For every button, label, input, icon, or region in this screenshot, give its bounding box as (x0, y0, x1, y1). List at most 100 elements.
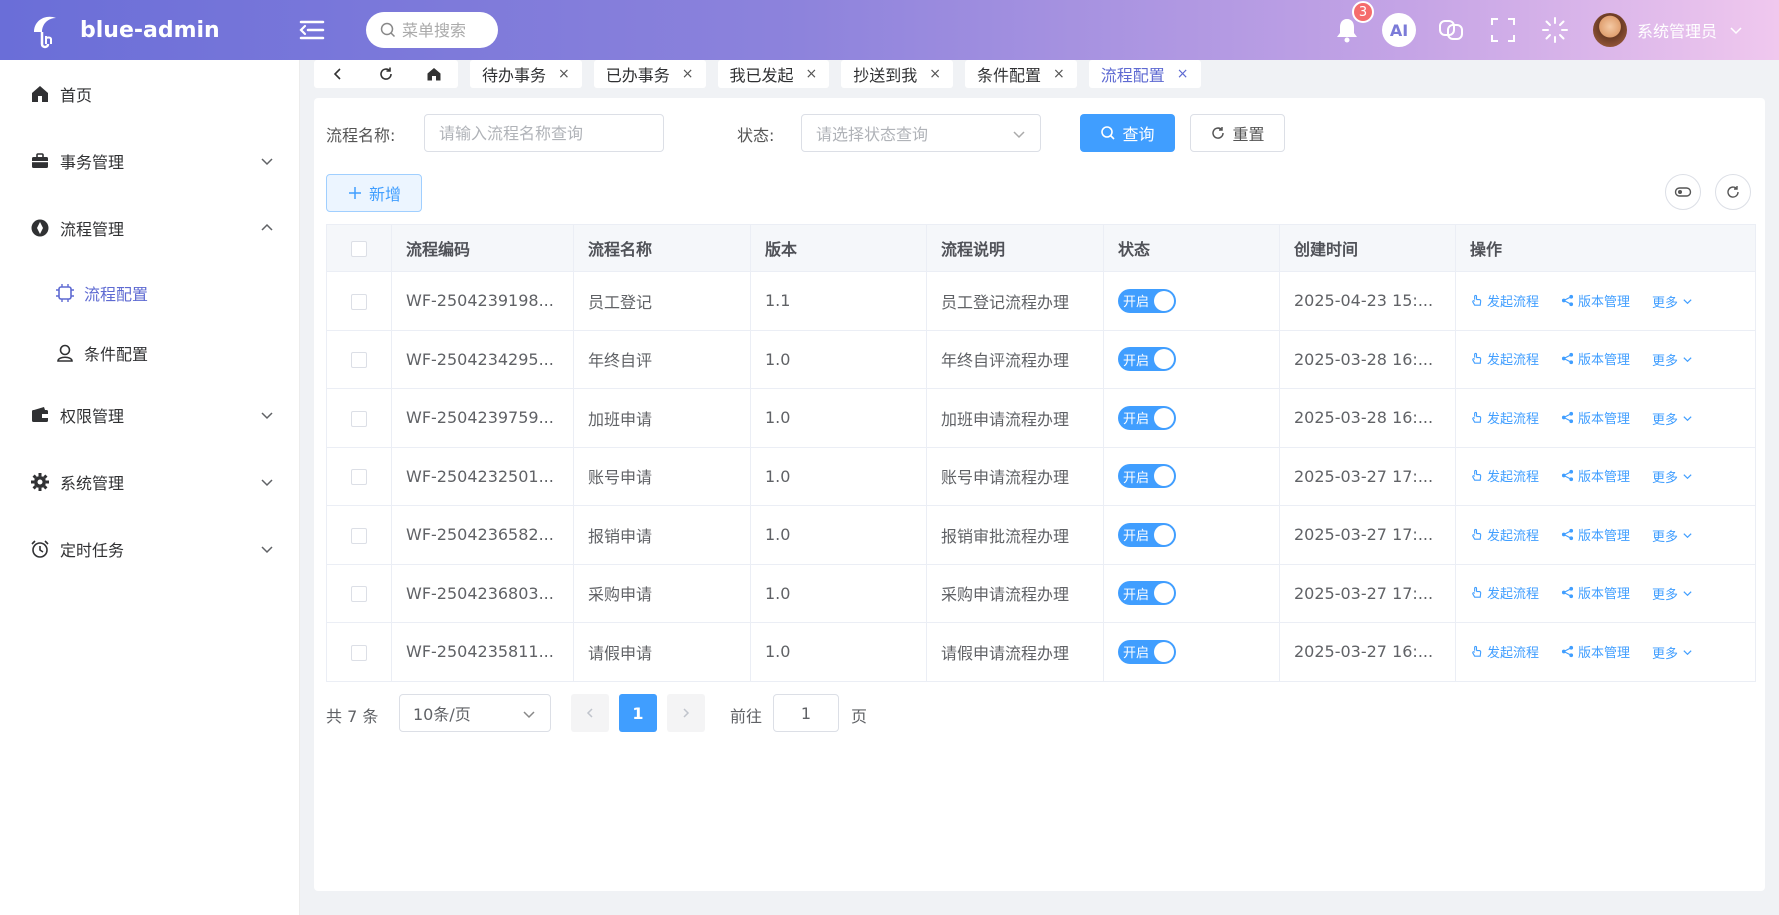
status-switch[interactable]: 开启 (1118, 464, 1176, 489)
close-icon[interactable]: × (1177, 66, 1189, 82)
user-name[interactable]: 系统管理员 (1637, 18, 1717, 42)
fullscreen-button[interactable] (1486, 13, 1520, 47)
plus-icon (348, 187, 361, 199)
tags-bar: 待办事务 × 已办事务 × 我已发起 × 抄送到我 × 条件配置 × 流程配置 × (314, 60, 1201, 90)
more-dropdown[interactable]: 更多 (1652, 409, 1693, 428)
prev-page-button[interactable] (571, 694, 609, 732)
close-icon[interactable]: × (929, 66, 941, 82)
sidebar-item-system[interactable]: 系统管理 (0, 452, 300, 512)
sidebar-item-process[interactable]: 流程管理 (0, 198, 300, 258)
sidebar-item-scheduled-tasks[interactable]: 定时任务 (0, 519, 300, 579)
close-icon[interactable]: × (682, 66, 694, 82)
share-icon (1561, 470, 1574, 482)
version-manage-button[interactable]: 版本管理 (1561, 583, 1630, 602)
brand-name: blue-admin (80, 17, 220, 43)
menu-search[interactable] (366, 12, 498, 48)
refresh-button[interactable] (377, 65, 395, 83)
sidebar-item-condition-config[interactable]: 条件配置 (0, 323, 300, 383)
status-select[interactable]: 请选择状态查询 (801, 114, 1041, 152)
menu-collapse-icon[interactable] (298, 16, 326, 44)
brand-logo[interactable]: blue-admin (26, 10, 286, 50)
start-process-button[interactable]: 发起流程 (1470, 642, 1539, 661)
more-dropdown[interactable]: 更多 (1652, 350, 1693, 369)
refresh-table-button[interactable] (1715, 174, 1751, 210)
status-switch[interactable]: 开启 (1118, 522, 1176, 547)
row-checkbox[interactable] (351, 469, 367, 486)
sidebar-item-home[interactable]: 首页 (0, 64, 300, 124)
notification-button[interactable]: 3 (1330, 1, 1374, 47)
status-switch[interactable]: 开启 (1118, 639, 1176, 664)
row-checkbox[interactable] (351, 293, 367, 310)
loading-toggle-button[interactable] (1538, 13, 1572, 47)
start-process-button[interactable]: 发起流程 (1470, 349, 1539, 368)
close-icon[interactable]: × (1053, 66, 1065, 82)
back-button[interactable] (329, 65, 347, 83)
more-dropdown[interactable]: 更多 (1652, 467, 1693, 486)
start-process-button[interactable]: 发起流程 (1470, 583, 1539, 602)
next-page-button[interactable] (667, 694, 705, 732)
more-dropdown[interactable]: 更多 (1652, 584, 1693, 603)
version-manage-button[interactable]: 版本管理 (1561, 466, 1630, 485)
status-switch[interactable]: 开启 (1118, 581, 1176, 606)
user-avatar[interactable] (1592, 13, 1627, 47)
search-button[interactable]: 查询 (1080, 114, 1175, 152)
close-icon[interactable]: × (558, 66, 570, 82)
row-select-cell (326, 330, 392, 389)
more-dropdown[interactable]: 更多 (1652, 526, 1693, 545)
row-checkbox[interactable] (351, 410, 367, 427)
cell-name: 账号申请 (573, 447, 751, 506)
cell-actions: 发起流程 版本管理 更多 (1455, 271, 1756, 331)
status-switch[interactable]: 开启 (1118, 347, 1176, 372)
row-checkbox[interactable] (351, 527, 367, 544)
cell-status: 开启 (1103, 505, 1280, 565)
table-body: WF-2504239198... 员工登记 1.1 员工登记流程办理 开启 2025-04… (326, 271, 1756, 682)
start-process-button[interactable]: 发起流程 (1470, 525, 1539, 544)
goto-page-input[interactable] (773, 694, 839, 732)
tab-condition-config[interactable]: 条件配置 × (965, 60, 1077, 88)
tab-done[interactable]: 已办事务 × (593, 60, 706, 88)
version-manage-button[interactable]: 版本管理 (1561, 642, 1630, 661)
close-icon[interactable]: × (806, 66, 818, 82)
status-switch[interactable]: 开启 (1118, 288, 1176, 313)
tab-todo[interactable]: 待办事务 × (470, 60, 582, 88)
version-manage-button[interactable]: 版本管理 (1561, 349, 1630, 368)
status-switch[interactable]: 开启 (1118, 405, 1176, 430)
more-dropdown[interactable]: 更多 (1652, 292, 1693, 311)
page-number-button[interactable]: 1 (619, 694, 657, 732)
start-process-button[interactable]: 发起流程 (1470, 408, 1539, 427)
col-header-desc: 流程说明 (926, 224, 1104, 272)
page-size-select[interactable]: 10条/页 (399, 694, 551, 732)
version-manage-button[interactable]: 版本管理 (1561, 291, 1630, 310)
sidebar: 首页 事务管理 流程管理 流程配置 条件配置 权限管理 系统管理 定时任务 (0, 60, 300, 915)
ai-button[interactable]: AI (1381, 13, 1416, 47)
tab-process-config[interactable]: 流程配置 × (1088, 60, 1201, 88)
sidebar-item-affairs[interactable]: 事务管理 (0, 131, 300, 191)
link-button[interactable] (1434, 13, 1468, 47)
row-checkbox[interactable] (351, 644, 367, 661)
col-header-name: 流程名称 (573, 224, 751, 272)
home-tab-button[interactable] (425, 65, 443, 83)
home-icon (32, 86, 48, 102)
home-icon (427, 68, 441, 81)
select-all-checkbox[interactable] (351, 241, 367, 257)
chevron-down-icon[interactable] (1729, 23, 1743, 37)
version-manage-button[interactable]: 版本管理 (1561, 408, 1630, 427)
more-dropdown[interactable]: 更多 (1652, 643, 1693, 662)
menu-search-input[interactable] (402, 20, 492, 40)
tab-initiated[interactable]: 我已发起 × (717, 60, 830, 88)
process-name-input[interactable] (424, 114, 664, 152)
process-name-label: 流程名称: (326, 126, 396, 145)
version-manage-button[interactable]: 版本管理 (1561, 525, 1630, 544)
row-checkbox[interactable] (351, 352, 367, 369)
row-checkbox[interactable] (351, 586, 367, 603)
sidebar-item-process-config[interactable]: 流程配置 (0, 263, 300, 323)
chevron-down-icon (1013, 131, 1025, 139)
cell-code: WF-2504234295... (391, 330, 574, 389)
reset-button[interactable]: 重置 (1190, 114, 1285, 152)
start-process-button[interactable]: 发起流程 (1470, 466, 1539, 485)
start-process-button[interactable]: 发起流程 (1470, 291, 1539, 310)
add-button[interactable]: 新增 (326, 174, 422, 212)
toggle-search-button[interactable] (1665, 174, 1701, 210)
sidebar-item-permissions[interactable]: 权限管理 (0, 385, 300, 445)
tab-cc[interactable]: 抄送到我 × (841, 60, 953, 88)
